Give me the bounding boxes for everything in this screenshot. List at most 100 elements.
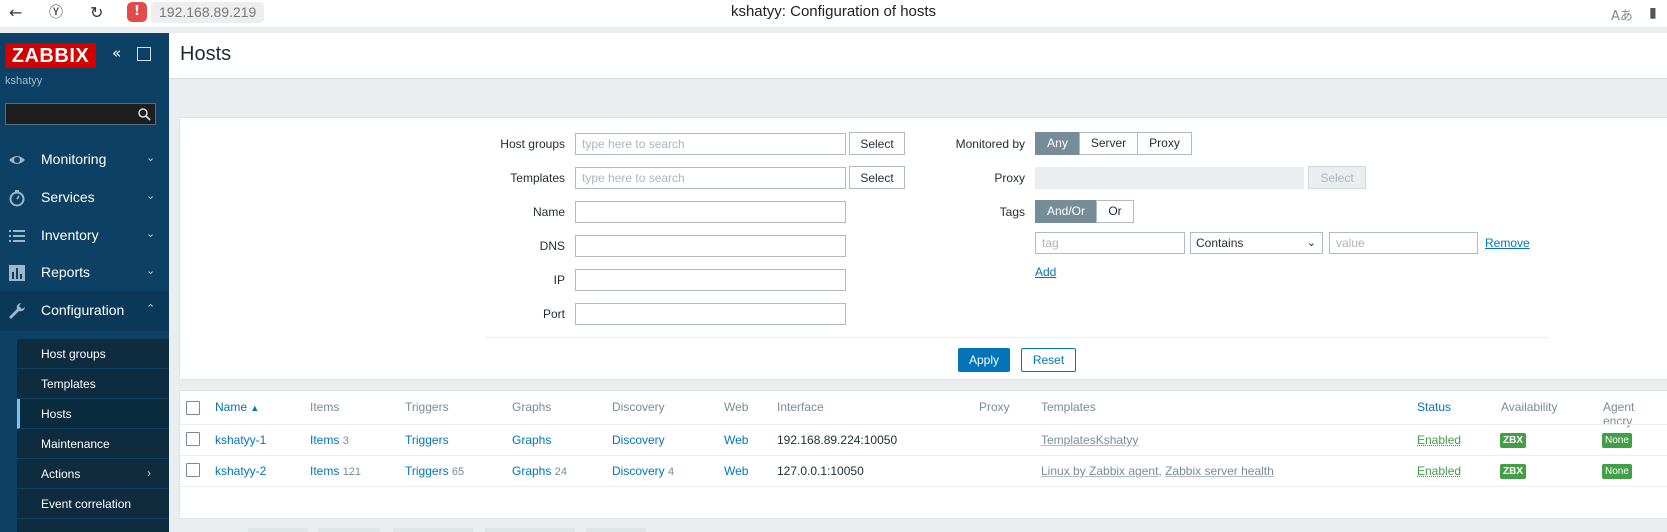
tag-input[interactable]: [1035, 232, 1185, 254]
host-name-link[interactable]: kshatyy-1: [215, 433, 266, 447]
column-header-proxy: Proxy: [979, 400, 1010, 414]
translate-icon[interactable]: Aあ: [1611, 5, 1633, 24]
dns-input[interactable]: [575, 235, 846, 257]
header-separator: [180, 424, 1667, 425]
tags-or[interactable]: Or: [1096, 200, 1134, 223]
configuration-submenu: Host groups Templates Hosts Maintenance …: [17, 339, 169, 532]
sort-ascending-icon: ▲: [250, 403, 260, 413]
menu-label: Monitoring: [41, 151, 107, 167]
status-toggle[interactable]: Enabled: [1417, 433, 1461, 447]
column-header-items: Items: [310, 400, 340, 414]
name-input[interactable]: [575, 201, 846, 223]
triggers-link[interactable]: Triggers 65: [405, 464, 464, 478]
kiosk-mode-icon[interactable]: [137, 47, 151, 61]
chevron-right-icon: ›: [147, 466, 151, 480]
interface-value: 127.0.0.1:10050: [777, 464, 864, 478]
interface-value: 192.168.89.224:10050: [777, 433, 898, 447]
submenu-label: Templates: [41, 377, 96, 391]
web-link[interactable]: Web: [724, 433, 748, 447]
items-count: 3: [342, 435, 349, 447]
add-tag-link[interactable]: Add: [1035, 265, 1056, 279]
host-groups-label: Host groups: [500, 137, 565, 151]
tags-and-or[interactable]: And/Or: [1035, 200, 1097, 223]
submenu-label: Hosts: [41, 407, 72, 421]
proxy-input: [1035, 167, 1304, 189]
encryption-badge: None: [1602, 464, 1632, 479]
submenu-label: Maintenance: [41, 437, 110, 451]
menu-reports[interactable]: Reports ⌄: [0, 253, 169, 293]
template-link[interactable]: Zabbix server health: [1165, 464, 1274, 478]
page-header: Hosts: [169, 33, 1667, 79]
items-label: Items: [310, 433, 340, 447]
browser-tab-title: kshatyy: Configuration of hosts: [730, 3, 937, 20]
submenu-label: Actions: [41, 467, 81, 481]
host-groups-input[interactable]: [575, 133, 846, 155]
list-icon: [9, 230, 25, 242]
submenu-actions[interactable]: Actions ›: [17, 459, 169, 489]
wrench-icon: [9, 303, 25, 319]
templates-label: Templates: [510, 171, 565, 185]
host-groups-select-button[interactable]: Select: [849, 132, 905, 155]
chevron-down-icon: ⌄: [146, 265, 156, 277]
collapse-sidebar-icon[interactable]: «: [112, 44, 121, 62]
host-name-link[interactable]: kshatyy-2: [215, 464, 266, 478]
discovery-link[interactable]: Discovery: [612, 433, 665, 447]
row-checkbox[interactable]: [186, 432, 200, 446]
web-link[interactable]: Web: [724, 464, 748, 478]
port-input[interactable]: [575, 303, 846, 325]
row-checkbox[interactable]: [186, 463, 200, 477]
tag-value-input[interactable]: [1329, 232, 1478, 254]
items-link[interactable]: Items 121: [310, 464, 361, 478]
page-title: Hosts: [180, 43, 232, 65]
eye-icon: [9, 156, 25, 164]
availability-badge: ZBX: [1500, 464, 1526, 479]
stopwatch-icon: [9, 190, 25, 207]
triggers-link[interactable]: Triggers: [405, 433, 449, 447]
monitored-by-proxy[interactable]: Proxy: [1137, 132, 1192, 155]
footer-button[interactable]: [393, 528, 473, 532]
search-icon[interactable]: [138, 108, 151, 121]
submenu-event-correlation[interactable]: Event correlation: [17, 489, 169, 519]
ip-input[interactable]: [575, 269, 846, 291]
items-link[interactable]: Items 3: [310, 433, 349, 447]
submenu-maintenance[interactable]: Maintenance: [17, 429, 169, 459]
footer-button[interactable]: [586, 528, 646, 532]
reset-button[interactable]: Reset: [1021, 348, 1076, 372]
discovery-link[interactable]: Discovery 4: [612, 464, 674, 478]
submenu-host-groups[interactable]: Host groups: [17, 339, 169, 369]
tag-operator-select[interactable]: Contains ⌄: [1190, 232, 1323, 254]
template-link[interactable]: Linux by Zabbix agent: [1041, 464, 1158, 478]
row-separator: [180, 455, 1667, 456]
footer-button[interactable]: [485, 528, 575, 532]
template-link[interactable]: TemplatesKshatyy: [1041, 433, 1138, 447]
status-toggle[interactable]: Enabled: [1417, 464, 1461, 478]
graphs-link[interactable]: Graphs 24: [512, 464, 567, 478]
monitored-by-server[interactable]: Server: [1079, 132, 1138, 155]
menu-label: Configuration: [41, 302, 125, 318]
apply-button[interactable]: Apply: [958, 348, 1010, 372]
templates-select-button[interactable]: Select: [849, 166, 905, 189]
monitored-by-any[interactable]: Any: [1035, 132, 1080, 155]
remove-tag-link[interactable]: Remove: [1485, 236, 1530, 250]
sidebar-user: kshatyy: [5, 75, 43, 87]
menu-inventory[interactable]: Inventory ⌄: [0, 216, 169, 256]
column-header-name[interactable]: Name ▲: [215, 400, 259, 414]
triggers-count: 65: [451, 466, 465, 478]
footer-button[interactable]: [318, 528, 380, 532]
zabbix-logo[interactable]: ZABBIX: [5, 43, 96, 68]
menu-services[interactable]: Services ⌄: [0, 178, 169, 218]
footer-button[interactable]: [248, 528, 308, 532]
submenu-templates[interactable]: Templates: [17, 369, 169, 399]
templates-input[interactable]: [575, 167, 846, 189]
menu-configuration[interactable]: Configuration ⌃: [0, 291, 169, 331]
graphs-link[interactable]: Graphs: [512, 433, 551, 447]
items-count: 121: [342, 466, 362, 478]
submenu-hosts[interactable]: Hosts: [17, 399, 169, 429]
select-all-checkbox[interactable]: [186, 401, 200, 415]
menu-monitoring[interactable]: Monitoring ⌄: [0, 140, 169, 180]
bookmark-icon[interactable]: ▮: [1649, 5, 1657, 21]
monitored-by-label: Monitored by: [955, 137, 1025, 151]
graphs-label: Graphs: [512, 464, 552, 478]
sidebar-search-input[interactable]: [5, 103, 156, 125]
column-header-status[interactable]: Status: [1417, 400, 1451, 414]
